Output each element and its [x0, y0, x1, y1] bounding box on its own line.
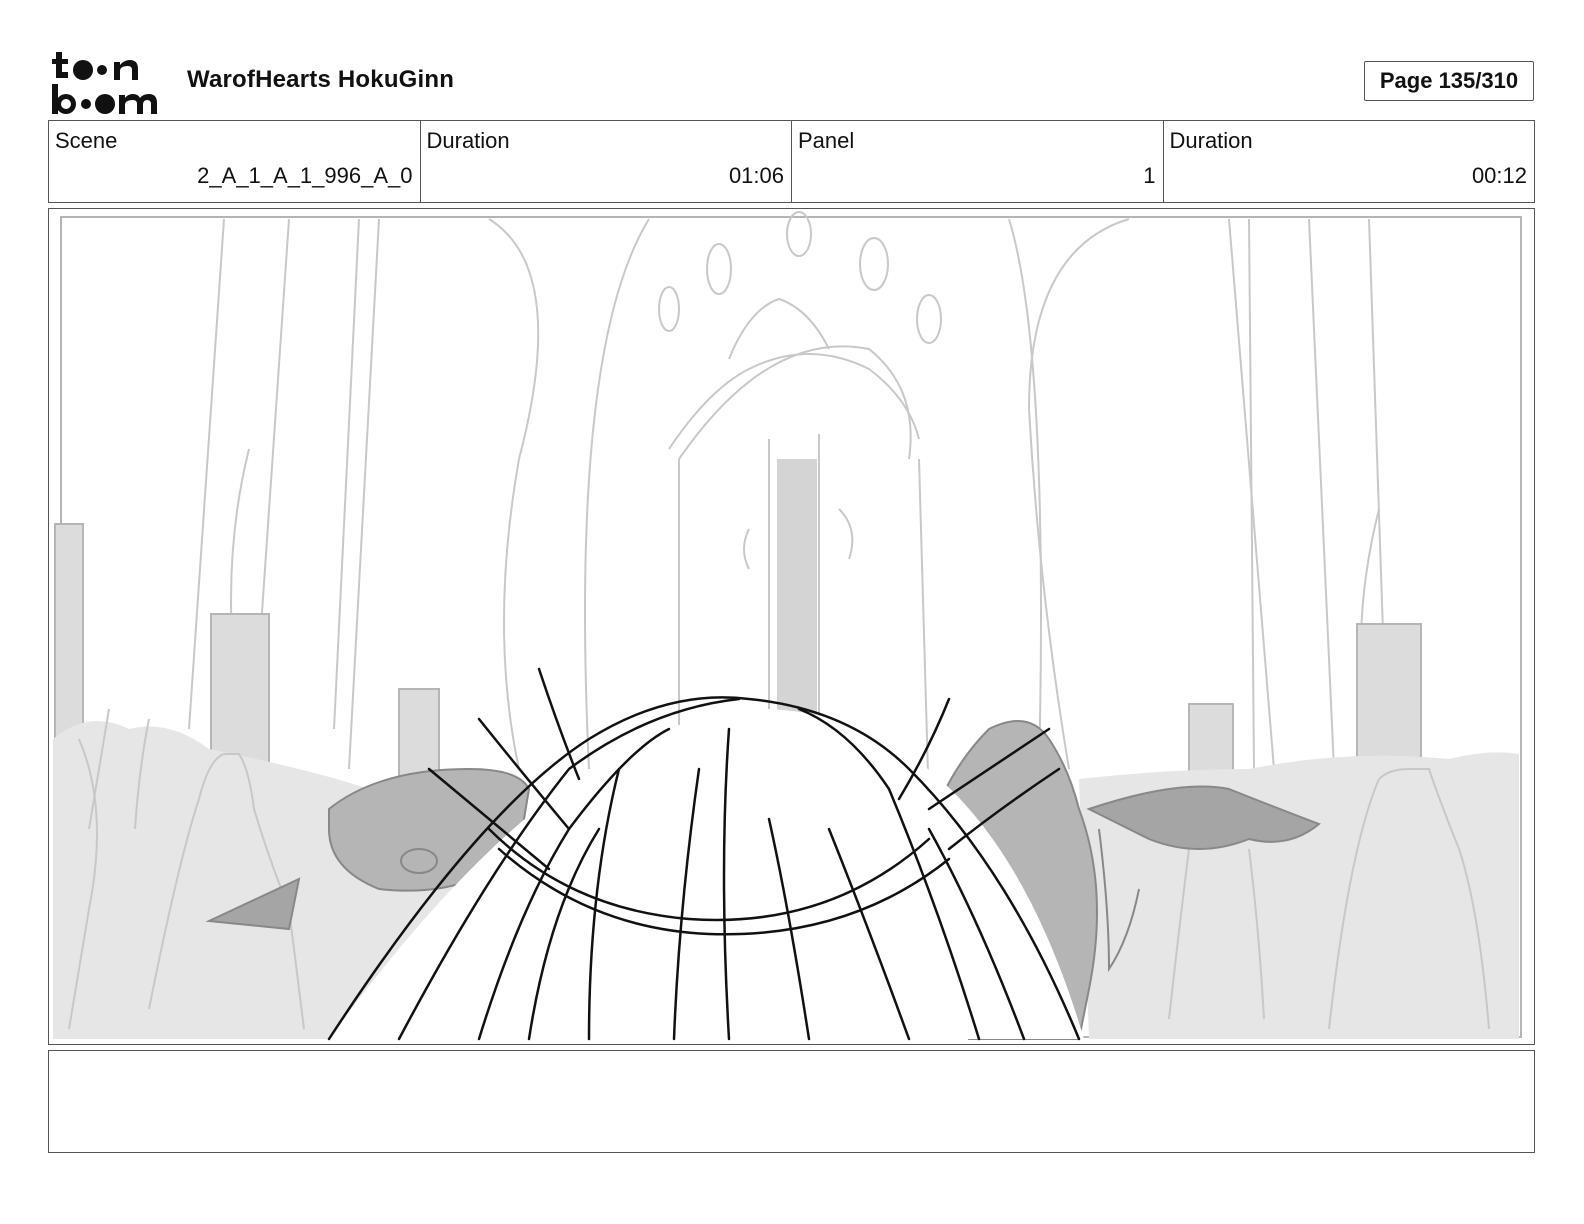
project-title: WarofHearts HokuGinn	[187, 66, 455, 93]
storyboard-panel	[48, 208, 1535, 1045]
scene-cell: Scene 2_A_1_A_1_996_A_0	[49, 121, 421, 202]
panel-duration-label: Duration	[1169, 128, 1253, 153]
panel-label: Panel	[798, 128, 855, 153]
panel-duration-cell: Duration 00:12	[1164, 121, 1535, 202]
scene-duration-value: 01:06	[728, 163, 784, 188]
scene-label: Scene	[55, 128, 118, 153]
scene-info-table: Scene 2_A_1_A_1_996_A_0 Duration 01:06 P…	[48, 120, 1535, 203]
page-counter: Page 135/310	[1364, 61, 1534, 101]
panel-cell: Panel 1	[792, 121, 1164, 202]
storyboard-sketch-image	[53, 211, 1522, 1041]
panel-duration-value: 00:12	[1471, 163, 1527, 188]
scene-duration-label: Duration	[426, 128, 510, 153]
toon-boom-logo	[52, 52, 157, 114]
scene-duration-cell: Duration 01:06	[421, 121, 792, 202]
panel-value: 1	[1143, 163, 1156, 188]
scene-value: 2_A_1_A_1_996_A_0	[197, 163, 413, 188]
panel-notes	[48, 1050, 1535, 1153]
